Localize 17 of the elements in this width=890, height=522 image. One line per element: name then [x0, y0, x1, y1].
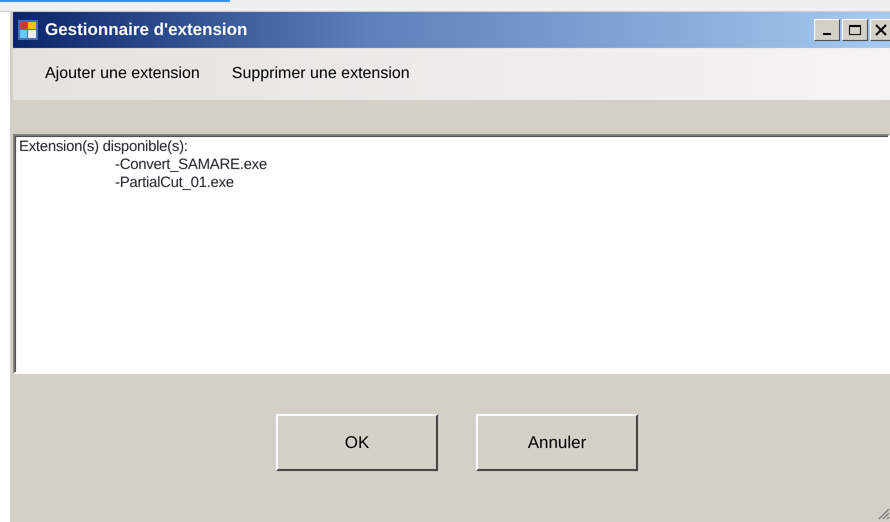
close-button[interactable]: [870, 19, 890, 41]
maximize-icon: [848, 24, 862, 36]
window-title: Gestionnaire d'extension: [45, 19, 248, 42]
minimize-icon: [823, 33, 831, 35]
ok-button[interactable]: OK: [276, 414, 438, 471]
text-box[interactable]: Extension(s) disponible(s): -Convert_SAMARE.exe -PartialCut_01.exe: [13, 134, 890, 374]
extension-entry: -Convert_SAMARE.exe: [115, 156, 267, 173]
extension-entry: -PartialCut_01.exe: [115, 174, 234, 191]
resize-grip-icon[interactable]: [876, 506, 890, 520]
close-icon: [874, 24, 888, 36]
cancel-button[interactable]: Annuler: [476, 414, 638, 471]
maximize-button[interactable]: [842, 19, 868, 41]
app-icon: [17, 19, 39, 41]
list-heading: Extension(s) disponible(s):: [19, 138, 189, 156]
menu-item[interactable]: Supprimer une extension: [220, 58, 422, 90]
menu-item[interactable]: Ajouter une extension: [33, 58, 212, 90]
minimize-button[interactable]: [814, 19, 840, 41]
